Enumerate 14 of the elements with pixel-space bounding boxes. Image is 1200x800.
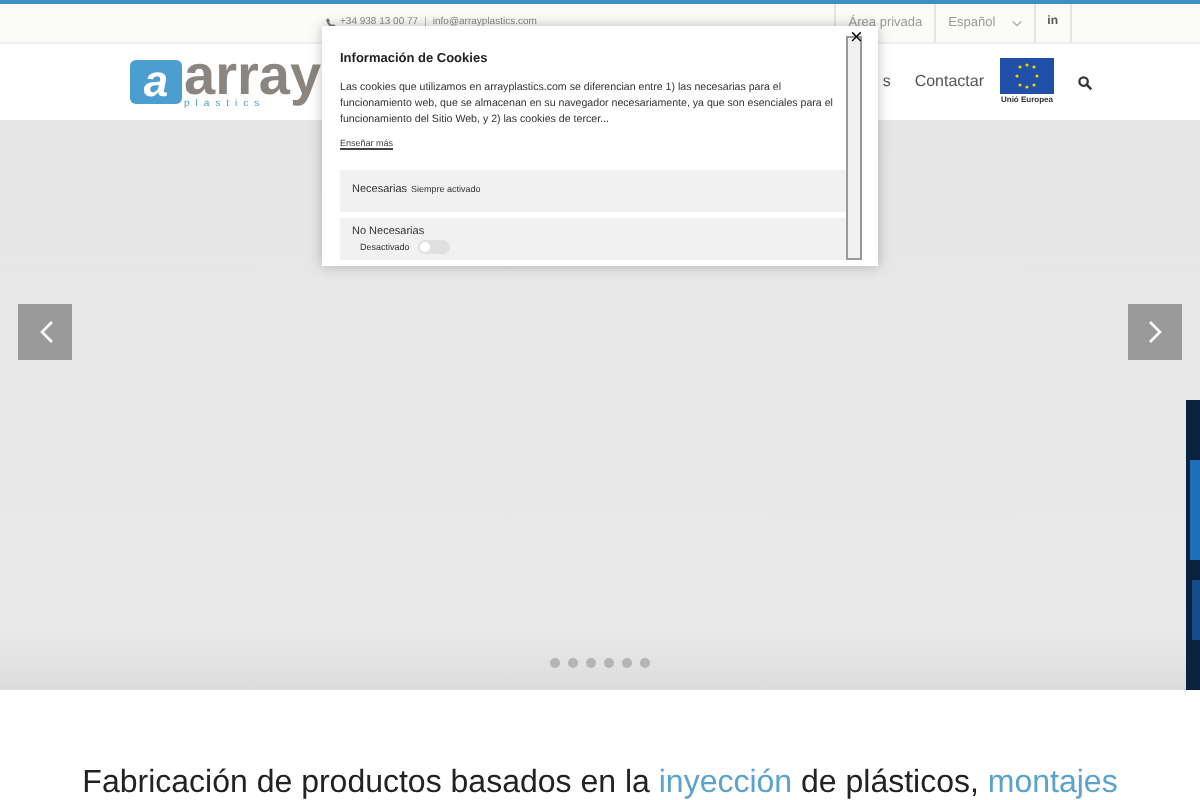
caret-icon: [1011, 19, 1022, 27]
previous-button[interactable]: [18, 304, 72, 360]
close-button[interactable]: ×: [850, 28, 863, 50]
nav-link[interactable]: Contactar: [914, 70, 984, 94]
chevron-left-icon: [37, 320, 53, 344]
chevron-right-icon: [1147, 320, 1163, 344]
search-icon[interactable]: [1078, 75, 1092, 89]
flag-icon: [1000, 58, 1054, 94]
logo-mark: a: [130, 60, 182, 104]
next-button[interactable]: [1128, 304, 1182, 360]
page-heading: Fabricación de productos basados en la inyección de plásticos, montajes: [82, 764, 1118, 800]
nav-link[interactable]: s: [882, 70, 891, 94]
scrollbar[interactable]: [846, 36, 862, 260]
toggle-switch[interactable]: [417, 240, 450, 255]
